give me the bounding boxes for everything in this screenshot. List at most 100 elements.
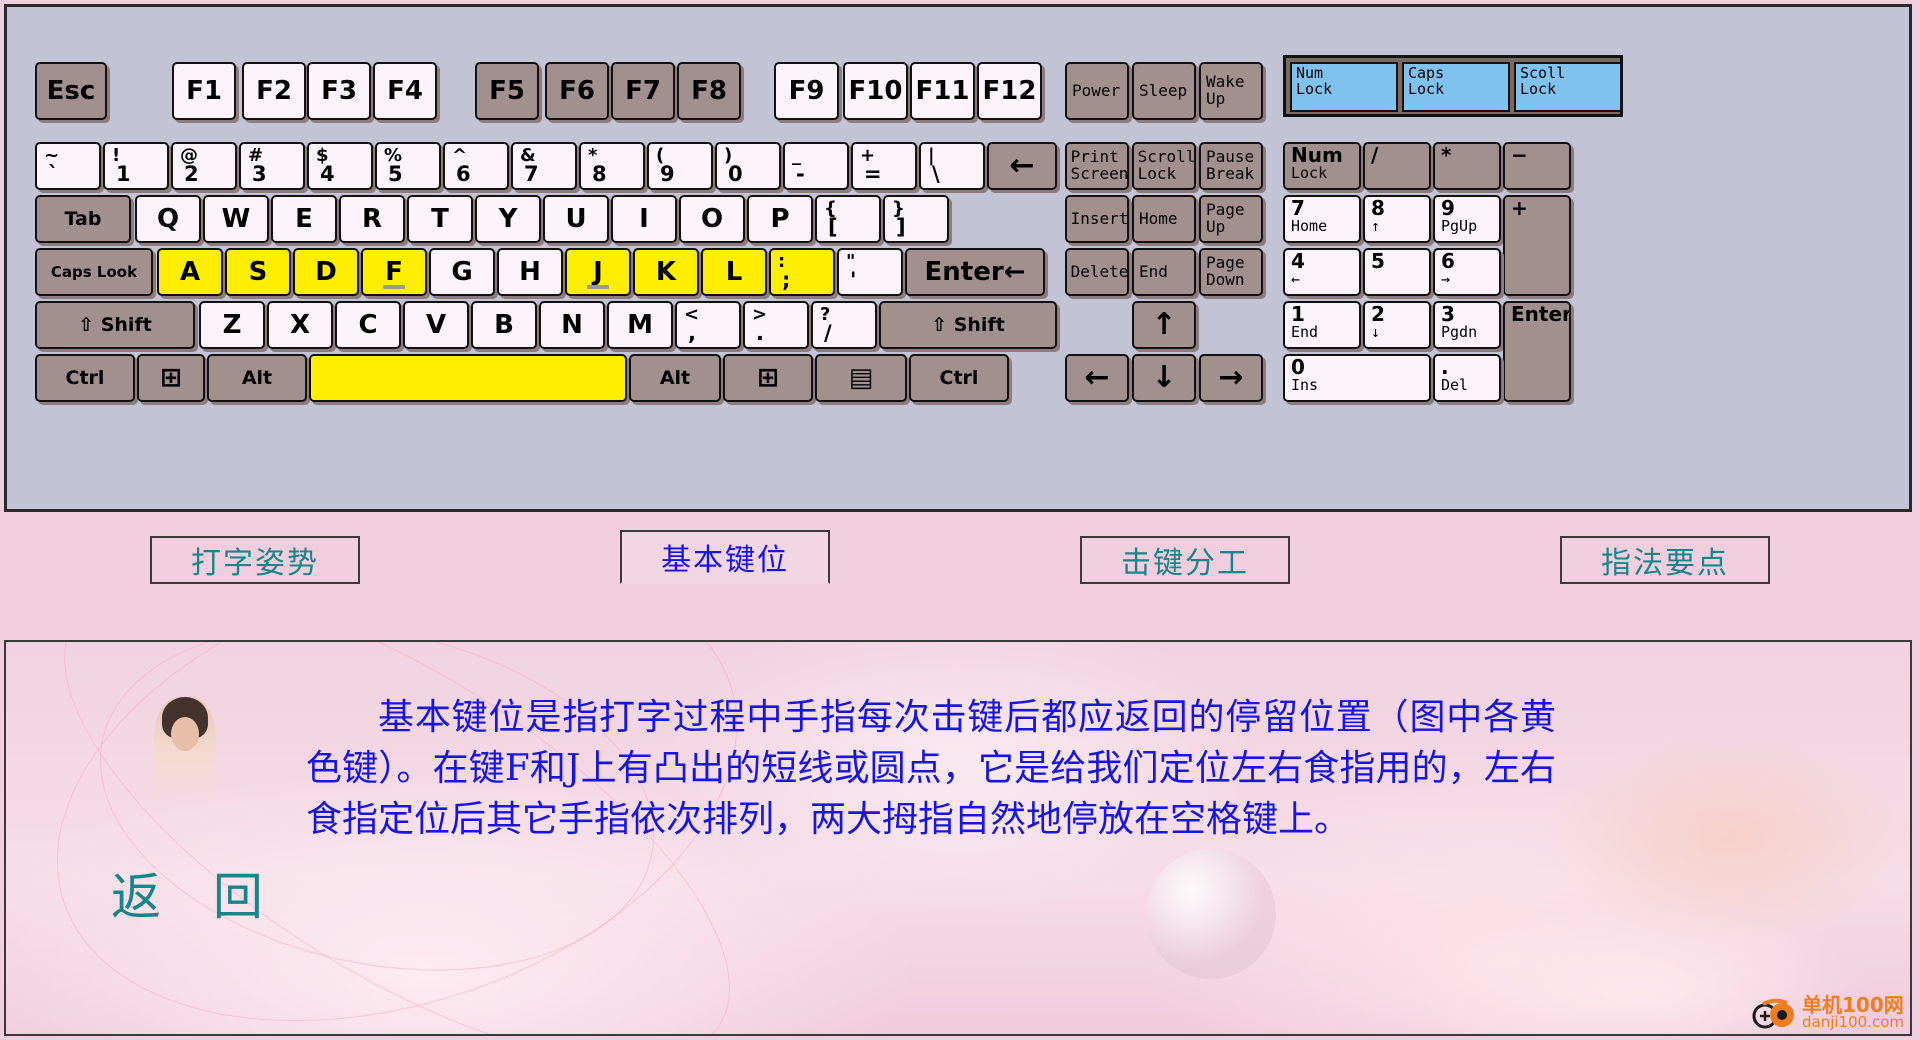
key-digit-3[interactable]: #3 — [239, 142, 305, 190]
key-digit-8[interactable]: * 8 — [579, 142, 645, 190]
key-space[interactable] — [309, 354, 627, 402]
key-q[interactable]: Q — [135, 195, 201, 243]
key-digit-4[interactable]: $4 — [307, 142, 373, 190]
key-u[interactable]: U — [543, 195, 609, 243]
key-backquote[interactable]: ~ ` — [35, 142, 101, 190]
key-arrow-up[interactable]: ↑ — [1132, 301, 1196, 349]
key-a[interactable]: A — [157, 248, 223, 296]
key-semicolon[interactable]: :; — [769, 248, 835, 296]
key-shift-right[interactable]: ⇧ Shift — [879, 301, 1057, 349]
key-digit-6[interactable]: ^ 6 — [443, 142, 509, 190]
key-numpad-9[interactable]: 9 PgUp — [1433, 195, 1501, 243]
key-numpad-plus[interactable]: + — [1503, 195, 1571, 296]
key-scroll-lock[interactable]: Scroll Lock — [1132, 142, 1196, 190]
key-f4[interactable]: F4 — [373, 62, 437, 120]
key-numpad-enter[interactable]: Enter — [1503, 301, 1571, 402]
key-f3[interactable]: F3 — [307, 62, 371, 120]
key-r[interactable]: R — [339, 195, 405, 243]
key-comma[interactable]: <, — [675, 301, 741, 349]
key-period[interactable]: >. — [743, 301, 809, 349]
key-slash[interactable]: ? / — [811, 301, 877, 349]
key-alt-right[interactable]: Alt — [629, 354, 721, 402]
key-tab[interactable]: Tab — [35, 195, 131, 243]
key-ctrl-right[interactable]: Ctrl — [909, 354, 1009, 402]
key-digit-0[interactable]: ) 0 — [715, 142, 781, 190]
key-end[interactable]: End — [1132, 248, 1196, 296]
key-numpad-8[interactable]: 8 ↑ — [1363, 195, 1431, 243]
key-e[interactable]: E — [271, 195, 337, 243]
key-digit-9[interactable]: (9 — [647, 142, 713, 190]
key-x[interactable]: X — [267, 301, 333, 349]
key-f9[interactable]: F9 — [774, 62, 839, 120]
key-numpad-2[interactable]: 2 ↓ — [1363, 301, 1431, 349]
key-enter[interactable]: Enter← — [905, 248, 1045, 296]
key-f2[interactable]: F2 — [242, 62, 306, 120]
key-c[interactable]: C — [335, 301, 401, 349]
key-numpad-1[interactable]: 1 End — [1283, 301, 1361, 349]
key-f[interactable]: F — [361, 248, 427, 296]
key-numpad-multiply[interactable]: * — [1433, 142, 1501, 190]
key-alt-left[interactable]: Alt — [207, 354, 307, 402]
key-d[interactable]: D — [293, 248, 359, 296]
key-digit-1[interactable]: ! 1 — [103, 142, 169, 190]
tab-fingering-points[interactable]: 指法要点 — [1560, 536, 1770, 584]
key-y[interactable]: Y — [475, 195, 541, 243]
key-i[interactable]: I — [611, 195, 677, 243]
key-numpad-3[interactable]: 3 Pgdn — [1433, 301, 1501, 349]
key-w[interactable]: W — [203, 195, 269, 243]
key-f5[interactable]: F5 — [475, 62, 539, 120]
key-t[interactable]: T — [407, 195, 473, 243]
key-delete[interactable]: Delete — [1065, 248, 1129, 296]
key-numpad-7[interactable]: 7 Home — [1283, 195, 1361, 243]
key-page-up[interactable]: Page Up — [1199, 195, 1263, 243]
key-numpad-5[interactable]: 5 — [1363, 248, 1431, 296]
key-backslash[interactable]: | \ — [919, 142, 985, 190]
key-numpad-0[interactable]: 0 Ins — [1283, 354, 1431, 402]
key-numpad-4[interactable]: 4 ← — [1283, 248, 1361, 296]
key-backspace[interactable]: ← — [987, 142, 1057, 190]
key-z[interactable]: Z — [199, 301, 265, 349]
key-equal[interactable]: + = — [851, 142, 917, 190]
tab-home-keys[interactable]: 基本键位 — [620, 530, 830, 584]
key-bracket-left[interactable]: {[ — [815, 195, 881, 243]
key-caps-lock[interactable]: Caps Look — [35, 248, 153, 296]
key-arrow-right[interactable]: → — [1199, 354, 1263, 402]
key-f7[interactable]: F7 — [611, 62, 675, 120]
key-k[interactable]: K — [633, 248, 699, 296]
key-numpad-divide[interactable]: / — [1363, 142, 1431, 190]
key-arrow-down[interactable]: ↓ — [1132, 354, 1196, 402]
key-shift-left[interactable]: ⇧ Shift — [35, 301, 195, 349]
key-f6[interactable]: F6 — [545, 62, 609, 120]
key-s[interactable]: S — [225, 248, 291, 296]
key-wake-up[interactable]: Wake Up — [1199, 62, 1263, 120]
key-pause-break[interactable]: Pause Break — [1199, 142, 1263, 190]
key-h[interactable]: H — [497, 248, 563, 296]
key-arrow-left[interactable]: ← — [1065, 354, 1129, 402]
key-ctrl-left[interactable]: Ctrl — [35, 354, 135, 402]
key-win-right[interactable]: ⊞ — [723, 354, 813, 402]
key-b[interactable]: B — [471, 301, 537, 349]
key-f11[interactable]: F11 — [910, 62, 975, 120]
key-num-lock[interactable]: Num Lock — [1283, 142, 1361, 190]
key-o[interactable]: O — [679, 195, 745, 243]
key-n[interactable]: N — [539, 301, 605, 349]
key-f12[interactable]: F12 — [977, 62, 1042, 120]
key-digit-7[interactable]: & 7 — [511, 142, 577, 190]
key-g[interactable]: G — [429, 248, 495, 296]
return-button[interactable]: 返 回 — [111, 857, 281, 929]
tab-typing-posture[interactable]: 打字姿势 — [150, 536, 360, 584]
tab-key-assignment[interactable]: 击键分工 — [1080, 536, 1290, 584]
key-minus[interactable]: _ - — [783, 142, 849, 190]
key-power[interactable]: Power — [1065, 62, 1129, 120]
key-m[interactable]: M — [607, 301, 673, 349]
key-page-down[interactable]: Page Down — [1199, 248, 1263, 296]
key-win-left[interactable]: ⊞ — [137, 354, 205, 402]
key-f1[interactable]: F1 — [172, 62, 236, 120]
key-f8[interactable]: F8 — [677, 62, 741, 120]
key-j[interactable]: J — [565, 248, 631, 296]
key-p[interactable]: P — [747, 195, 813, 243]
key-insert[interactable]: Insert — [1065, 195, 1129, 243]
key-menu[interactable]: ▤ — [815, 354, 907, 402]
key-f10[interactable]: F10 — [843, 62, 908, 120]
key-esc[interactable]: Esc — [35, 62, 107, 120]
